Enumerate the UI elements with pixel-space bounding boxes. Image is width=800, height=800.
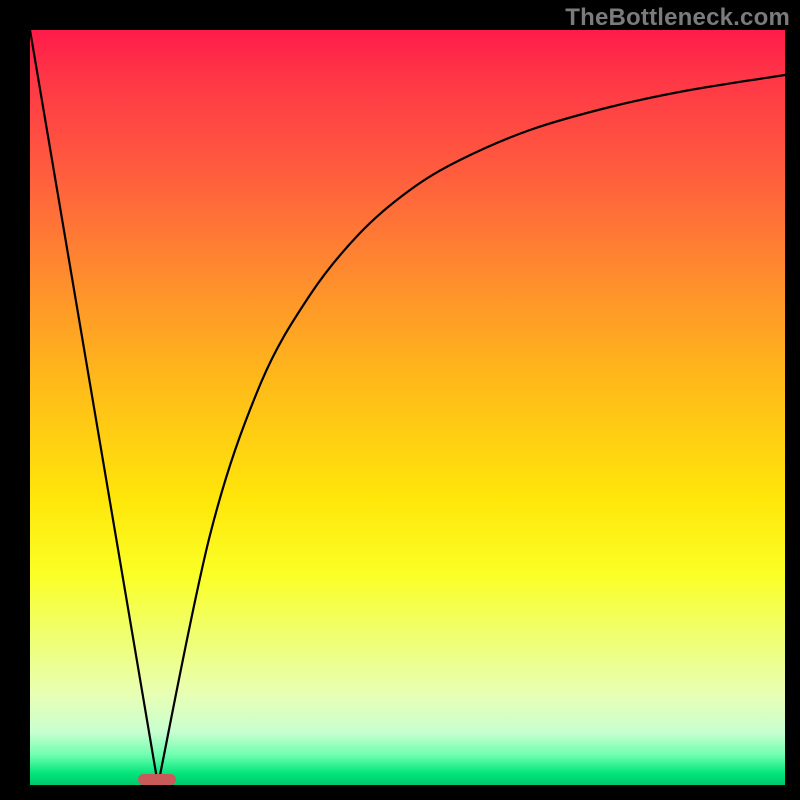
optimum-marker (138, 774, 176, 785)
right-curve-path (158, 75, 785, 785)
plot-area (30, 30, 785, 785)
chart-frame: TheBottleneck.com (0, 0, 800, 800)
watermark-text: TheBottleneck.com (565, 4, 790, 32)
left-line-path (30, 30, 158, 785)
curve-layer (30, 30, 785, 785)
